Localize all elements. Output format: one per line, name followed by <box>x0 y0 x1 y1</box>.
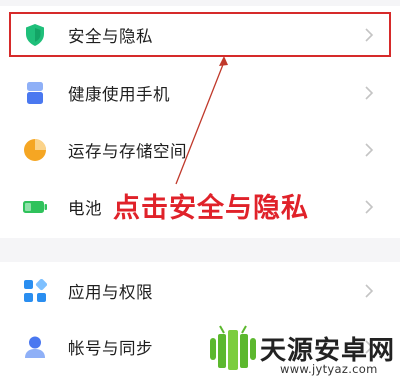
android-logo-icon <box>210 325 256 370</box>
watermark-url: www.jytyaz.com <box>280 362 378 376</box>
watermark: 天源安卓网 www.jytyaz.com <box>206 322 400 377</box>
annotation-text: 点击安全与隐私 <box>113 193 309 224</box>
